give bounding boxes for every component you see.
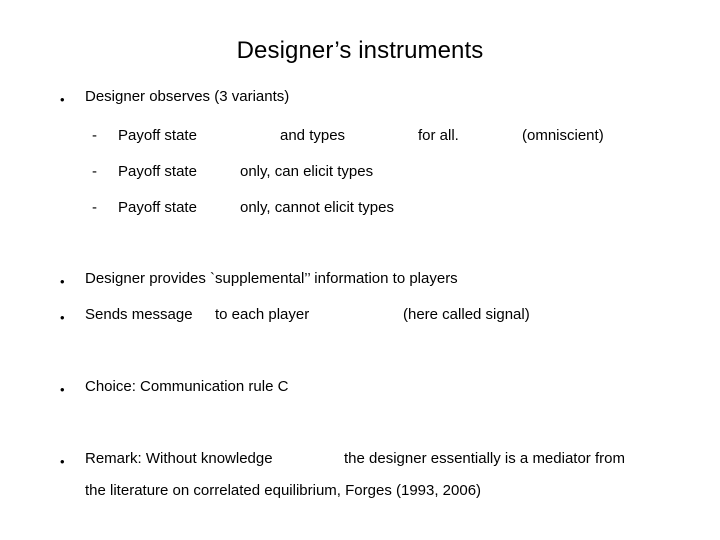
variant-3-segment-payoff-state: Payoff state bbox=[118, 199, 197, 216]
bullet-marker-icon: • bbox=[60, 382, 65, 397]
variant-2-segment-can-elicit: only, can elicit types bbox=[240, 163, 374, 180]
variant-1-segment-and-types: and types bbox=[280, 127, 346, 144]
variant-3-segment-cannot-elicit: only, cannot elicit types bbox=[240, 199, 394, 216]
slide-canvas: Designer’s instruments • Designer observ… bbox=[0, 0, 720, 540]
bullet-marker-icon: • bbox=[60, 310, 65, 325]
bullet-choice-label: Choice: Communication rule C bbox=[85, 378, 289, 395]
remark-segment-without-knowledge: Remark: Without knowledge bbox=[85, 450, 273, 467]
variant-1-segment-omniscient: (omniscient) bbox=[522, 127, 604, 144]
dash-marker-icon: - bbox=[92, 127, 97, 144]
dash-marker-icon: - bbox=[92, 199, 97, 216]
variant-1-segment-for-all: for all. bbox=[418, 127, 459, 144]
sends-message-segment-here-called-signal: (here called signal) bbox=[403, 306, 530, 323]
bullet-marker-icon: • bbox=[60, 454, 65, 469]
bullet-marker-icon: • bbox=[60, 92, 65, 107]
sends-message-segment-to-each-player: to each player bbox=[215, 306, 310, 323]
bullet-designer-provides-label: Designer provides `supplemental’’ inform… bbox=[85, 270, 458, 287]
sends-message-segment-1: Sends message bbox=[85, 306, 193, 323]
variant-2-segment-payoff-state: Payoff state bbox=[118, 163, 197, 180]
bullet-designer-observes-label: Designer observes (3 variants) bbox=[85, 88, 290, 105]
remark-line-2: the literature on correlated equilibrium… bbox=[85, 482, 482, 499]
variant-1-segment-payoff-state: Payoff state bbox=[118, 127, 197, 144]
page-title: Designer’s instruments bbox=[236, 37, 484, 64]
remark-segment-mediator: the designer essentially is a mediator f… bbox=[344, 450, 625, 467]
bullet-marker-icon: • bbox=[60, 274, 65, 289]
dash-marker-icon: - bbox=[92, 163, 97, 180]
